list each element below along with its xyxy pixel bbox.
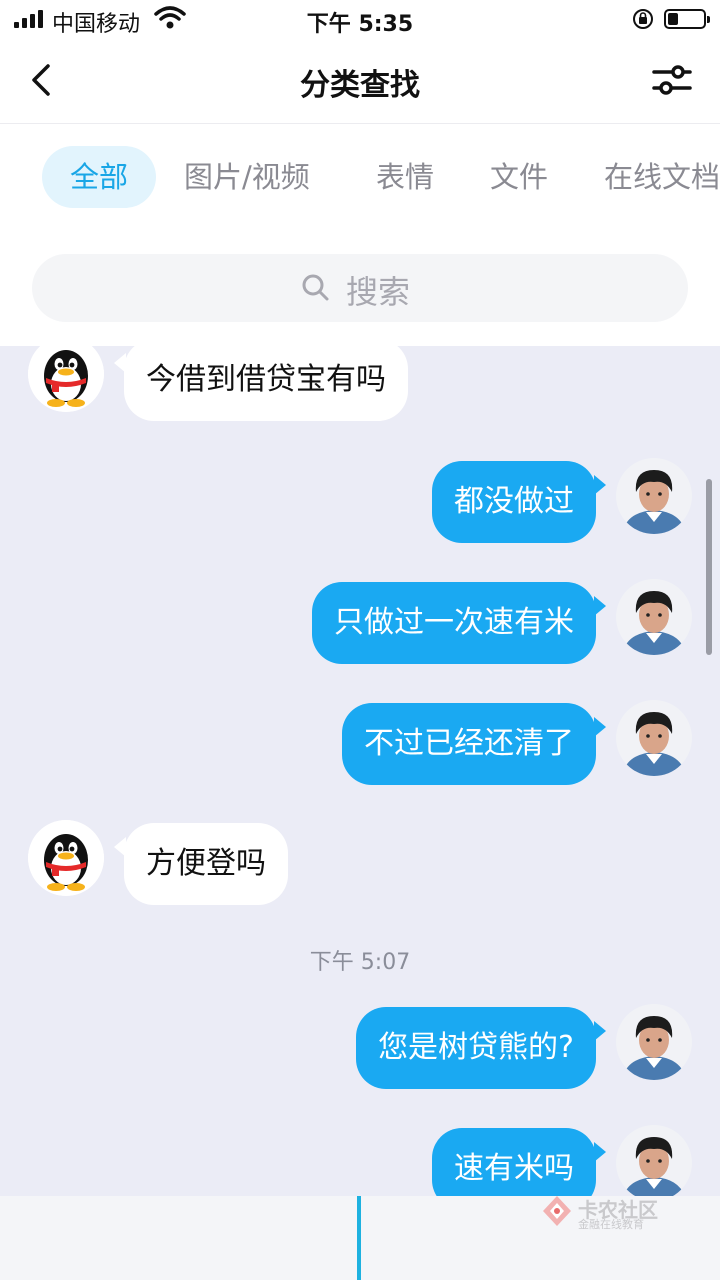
orientation-lock-icon bbox=[633, 9, 653, 29]
tab-stickers[interactable]: 表情 bbox=[376, 146, 434, 208]
message-bubble-incoming[interactable]: 今借到借贷宝有吗 bbox=[114, 346, 408, 421]
watermark-logo: 卡农社区 金融在线教育 bbox=[540, 1196, 680, 1236]
bottom-bar: 卡农社区 金融在线教育 bbox=[0, 1196, 720, 1280]
tab-files[interactable]: 文件 bbox=[490, 146, 548, 208]
status-bar: 中国移动 下午 5:35 bbox=[0, 0, 720, 40]
user-avatar[interactable] bbox=[616, 579, 692, 655]
status-time: 下午 5:35 bbox=[306, 12, 414, 37]
battery-icon bbox=[664, 9, 710, 29]
user-avatar[interactable] bbox=[616, 458, 692, 534]
contact-avatar[interactable] bbox=[28, 346, 104, 412]
tab-images-videos[interactable]: 图片/视频 bbox=[184, 146, 310, 208]
sliders-icon[interactable] bbox=[648, 58, 696, 102]
message-bubble-outgoing[interactable]: 只做过一次速有米 bbox=[312, 582, 606, 664]
message-bubble-incoming[interactable]: 方便登吗 bbox=[114, 823, 288, 905]
user-avatar[interactable] bbox=[616, 700, 692, 776]
user-avatar[interactable] bbox=[616, 1125, 692, 1196]
tab-all[interactable]: 全部 bbox=[42, 146, 157, 208]
message-bubble-outgoing[interactable]: 都没做过 bbox=[432, 461, 606, 543]
contact-avatar[interactable] bbox=[28, 820, 104, 896]
message-bubble-outgoing[interactable]: 不过已经还清了 bbox=[342, 703, 606, 785]
tab-online-docs[interactable]: 在线文档 bbox=[604, 146, 720, 208]
search-icon bbox=[302, 274, 329, 301]
battery-level bbox=[668, 13, 678, 25]
message-timestamp: 下午 5:07 bbox=[309, 950, 411, 975]
divider bbox=[357, 1196, 361, 1280]
chat-history[interactable]: 今借到借贷宝有吗 都没做过 只做过一次速有米 不过已经还清了 方便登吗 下午 5… bbox=[0, 346, 720, 1196]
category-tabs: 全部 图片/视频 表情 文件 在线文档 bbox=[0, 124, 720, 234]
navigation-header: 分类查找 bbox=[0, 40, 720, 124]
search-section: 搜索 bbox=[0, 234, 720, 346]
scrollbar[interactable] bbox=[706, 479, 712, 655]
search-placeholder: 搜索 bbox=[346, 273, 411, 311]
watermark-subtitle: 金融在线教育 bbox=[578, 1218, 644, 1231]
search-input[interactable]: 搜索 bbox=[32, 254, 688, 322]
message-bubble-outgoing[interactable]: 您是树贷熊的? bbox=[356, 1007, 606, 1089]
page-title: 分类查找 bbox=[300, 68, 420, 103]
user-avatar[interactable] bbox=[616, 1004, 692, 1080]
message-bubble-outgoing[interactable]: 速有米吗 bbox=[432, 1128, 606, 1196]
watermark-icon bbox=[543, 1196, 571, 1226]
